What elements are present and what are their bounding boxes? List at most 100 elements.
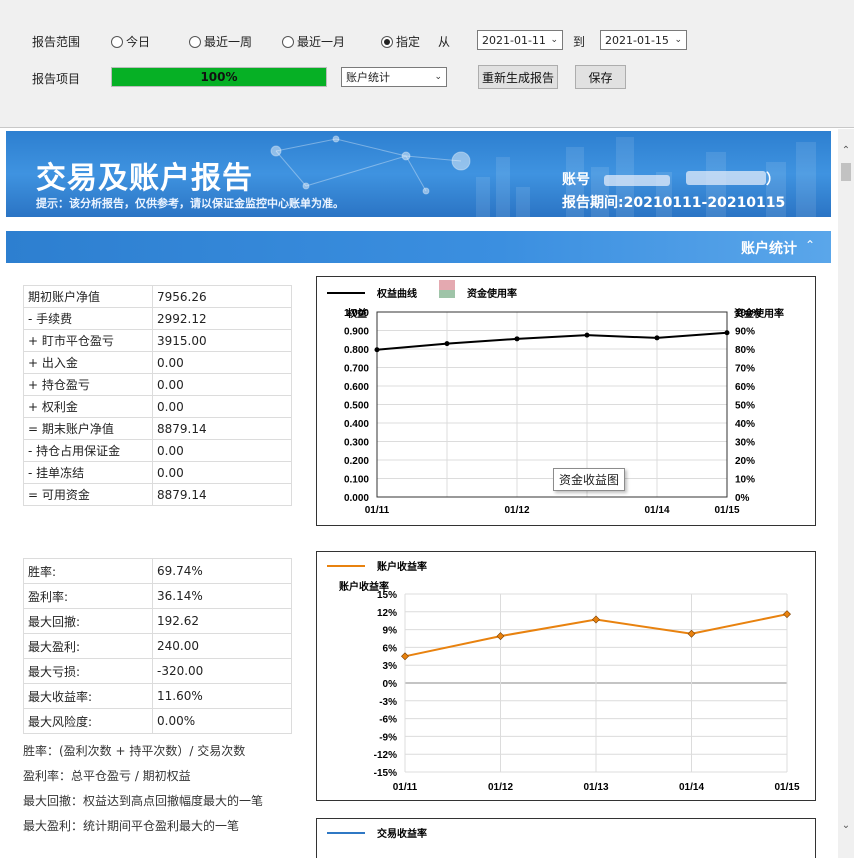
row-label: 最大风险度: (23, 708, 153, 734)
vertical-scrollbar[interactable]: ⌃ ⌄ (838, 129, 854, 858)
row-value: 0.00 (152, 439, 292, 462)
row-label: - 手续费 (23, 307, 153, 330)
table-row: - 挂单冻结 0.00 (23, 461, 292, 484)
legend-label: 账户收益率 (377, 560, 427, 573)
y-tick-label: 15% (377, 590, 397, 601)
y-tick-label: -3% (379, 697, 397, 708)
y2-tick-label: 40% (735, 419, 755, 430)
note-item: 胜率：(盈利次数 + 持平次数）/ 交易次数 (23, 744, 246, 758)
x-tick-label: 01/14 (644, 505, 669, 516)
table-row: = 期末账户净值 8879.14 (23, 417, 292, 440)
row-value: 8879.14 (152, 417, 292, 440)
section-title: 账户统计 (741, 241, 797, 257)
legend-swatch-usage (439, 290, 455, 298)
row-label: = 期末账户净值 (23, 417, 153, 440)
row-label: - 挂单冻结 (23, 461, 153, 484)
chevron-down-icon: ⌄ (550, 35, 558, 45)
table-row: - 手续费 2992.12 (23, 307, 292, 330)
table-row: 期初账户净值 7956.26 (23, 285, 292, 308)
radio-dot (282, 35, 294, 48)
y-tick-label: 0.900 (344, 327, 369, 338)
legend-label: 权益曲线 (376, 287, 417, 300)
redacted-account-name (686, 171, 766, 185)
y-tick-label: 0.500 (344, 401, 369, 412)
legend-label: 资金使用率 (467, 287, 517, 300)
y-tick-label: 0.200 (344, 456, 369, 467)
row-value: 7956.26 (152, 285, 292, 308)
report-viewport[interactable]: 交易及账户报告 提示：该分析报告，仅供参考，请以保证金监控中心账单为准。 账号 … (0, 129, 838, 858)
x-tick-label: 01/11 (393, 782, 418, 793)
y-tick-label: 1.000 (344, 308, 369, 319)
progress-text: 100% (200, 70, 238, 84)
radio-dot (189, 35, 201, 48)
report-type-value: 账户统计 (346, 71, 390, 84)
scroll-down-icon[interactable]: ⌄ (838, 818, 854, 834)
y-tick-label: 0.100 (344, 475, 369, 486)
radio-custom[interactable]: 指定 (381, 33, 420, 50)
row-value: 240.00 (152, 633, 292, 659)
row-label: 最大盈利: (23, 633, 153, 659)
data-point (514, 336, 520, 342)
performance-table: 胜率: 69.74% 盈利率: 36.14% 最大回撤: 192.62 最大盈利: 240.0… (23, 558, 292, 734)
report-title: 交易及账户报告 (36, 161, 253, 196)
row-label: + 权利金 (23, 395, 153, 418)
data-point (724, 330, 730, 336)
row-value: 0.00 (152, 351, 292, 374)
redacted-account-number (604, 175, 670, 186)
y-tick-label: 0.000 (344, 493, 369, 504)
radio-last-month[interactable]: 最近一月 (282, 33, 345, 50)
row-label: 最大回撤: (23, 608, 153, 634)
report-toolbar: 报告范围 今日 最近一周 最近一月 指定 从 2021-01-11 ⌄ 到 202… (0, 0, 854, 128)
table-row: 最大回撤: 192.62 (23, 608, 292, 634)
chevron-up-icon[interactable]: ⌃ (805, 238, 815, 252)
radio-today[interactable]: 今日 (111, 33, 150, 50)
x-tick-label: 01/14 (679, 782, 704, 793)
data-point (687, 629, 696, 638)
report-type-select[interactable]: 账户统计 ⌄ (341, 67, 447, 87)
y-tick-label: -9% (379, 732, 397, 743)
save-button[interactable]: 保存 (575, 65, 626, 89)
data-point (401, 652, 409, 661)
section-header-account-stats[interactable]: 账户统计 ⌃ (6, 231, 831, 263)
row-value: 8879.14 (152, 483, 292, 506)
radio-label: 最近一周 (204, 35, 253, 49)
row-label: + 持仓盈亏 (23, 373, 153, 396)
y-tick-label: 6% (383, 643, 398, 654)
from-date-picker[interactable]: 2021-01-11 ⌄ (477, 30, 563, 50)
row-value: 69.74% (152, 558, 292, 584)
y-tick-label: -15% (374, 768, 397, 779)
table-row: - 持仓占用保证金 0.00 (23, 439, 292, 462)
range-label: 报告范围 (32, 35, 81, 49)
radio-dot (381, 35, 393, 48)
y2-tick-label: 70% (735, 364, 755, 375)
legend-swatch-usage (439, 280, 447, 290)
row-label: 盈利率: (23, 583, 153, 609)
table-row: + 盯市平仓盈亏 3915.00 (23, 329, 292, 352)
table-row: + 权利金 0.00 (23, 395, 292, 418)
account-tail: ） (766, 172, 780, 188)
y-tick-label: -12% (374, 750, 397, 761)
table-row: 最大风险度: 0.00% (23, 708, 292, 734)
row-value: 0.00 (152, 373, 292, 396)
y2-tick-label: 10% (735, 475, 755, 486)
table-row: + 持仓盈亏 0.00 (23, 373, 292, 396)
from-label: 从 (438, 35, 451, 49)
table-row: 最大盈利: 240.00 (23, 633, 292, 659)
row-value: 0.00 (152, 461, 292, 484)
to-date-picker[interactable]: 2021-01-15 ⌄ (600, 30, 687, 50)
note-item: 盈利率：总平仓盈亏 / 期初权益 (23, 769, 191, 783)
table-row: 最大亏损: -320.00 (23, 658, 292, 684)
radio-label: 指定 (396, 35, 421, 49)
account-return-svg: 账户收益率账户收益率15%12%9%6%3%0%-3%-6%-9%-12%-15… (327, 560, 800, 793)
y-tick-label: 0.400 (344, 419, 369, 430)
period-label: 报告期间 (562, 195, 618, 211)
scroll-up-icon[interactable]: ⌃ (838, 143, 854, 159)
x-tick-label: 01/12 (504, 505, 529, 516)
radio-last-week[interactable]: 最近一周 (189, 33, 252, 50)
table-row: 胜率: 69.74% (23, 558, 292, 584)
regenerate-report-button[interactable]: 重新生成报告 (478, 65, 558, 89)
from-date-value: 2021-01-11 (482, 33, 546, 47)
scroll-thumb[interactable] (841, 163, 851, 181)
x-tick-label: 01/13 (583, 782, 608, 793)
data-point (496, 632, 505, 641)
